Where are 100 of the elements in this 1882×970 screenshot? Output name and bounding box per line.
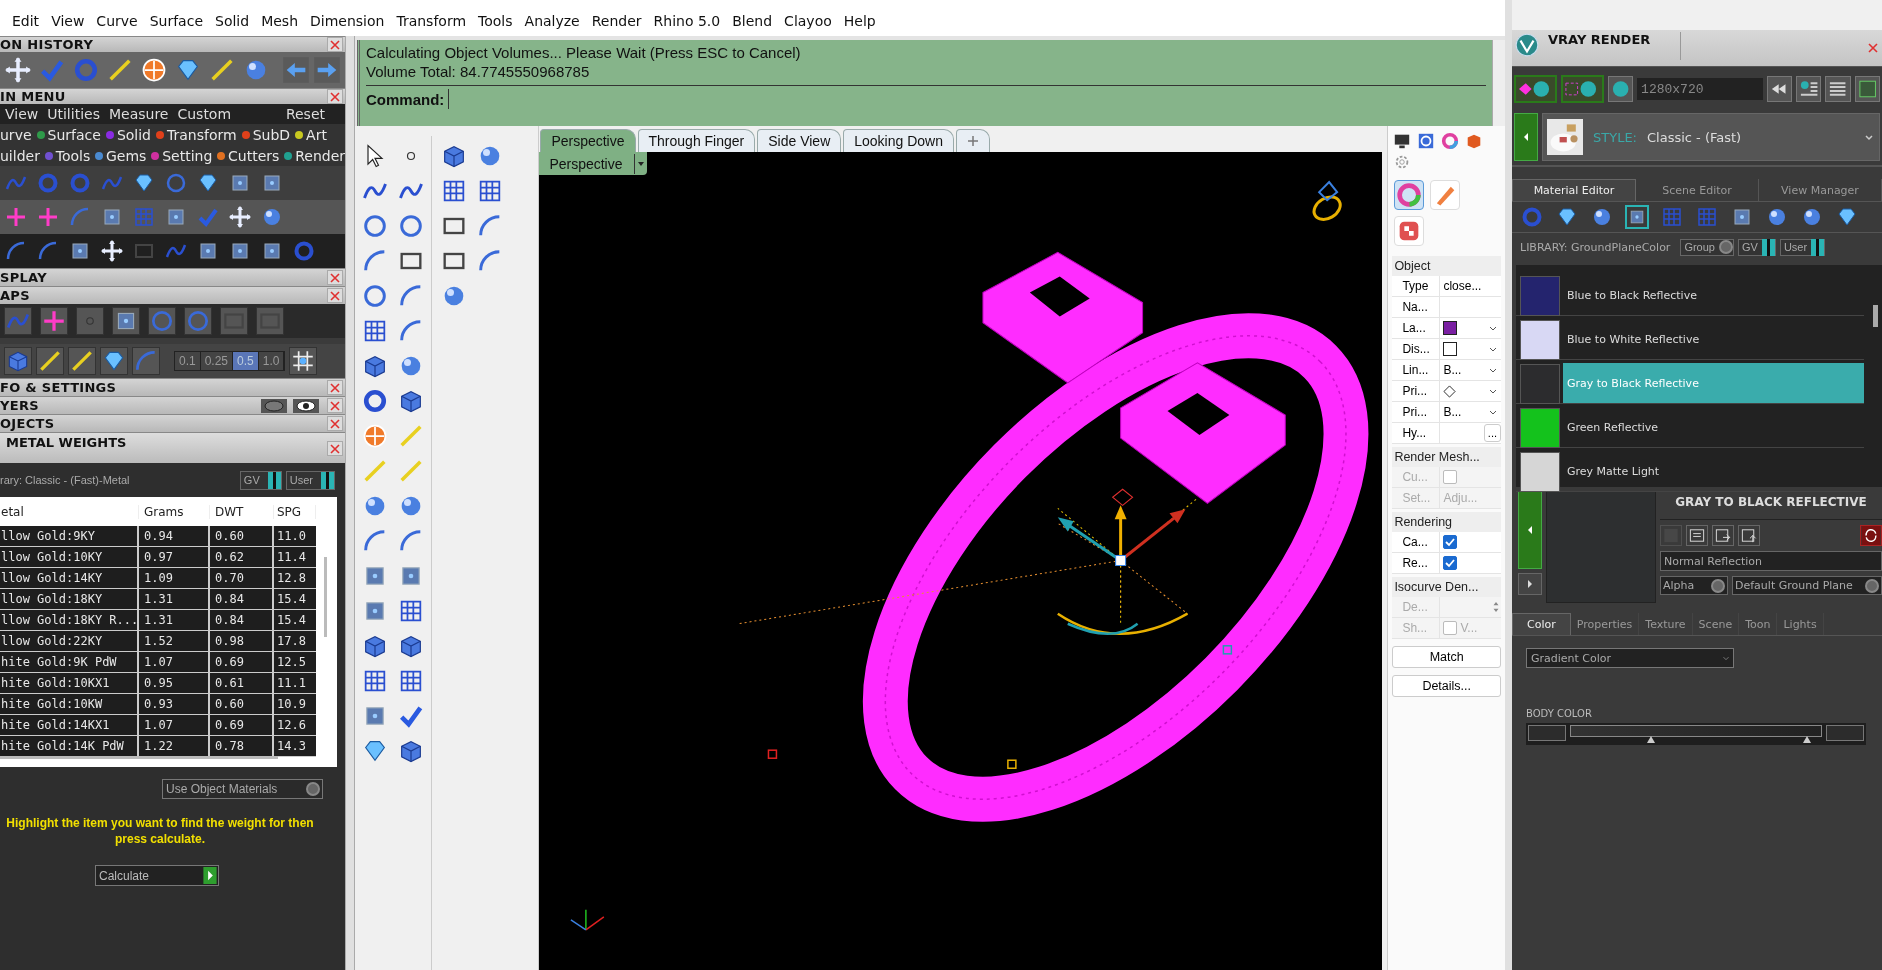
scrollbar[interactable] xyxy=(1492,40,1505,126)
close-button[interactable] xyxy=(327,398,343,413)
export-icon[interactable] xyxy=(1738,525,1760,546)
toggle-switch[interactable]: GV xyxy=(239,470,282,490)
category-item[interactable]: Render xyxy=(295,147,345,164)
grid-snap-icon[interactable] xyxy=(289,347,318,375)
material-item[interactable]: Green Reflective xyxy=(1563,407,1864,447)
panel-button[interactable]: Match xyxy=(1392,646,1501,668)
ring-icon[interactable] xyxy=(361,387,389,415)
category-item[interactable]: urve xyxy=(0,126,32,143)
category-item[interactable]: uilder xyxy=(0,147,40,164)
import-icon[interactable] xyxy=(1712,525,1734,546)
menu-item[interactable]: Solid xyxy=(209,13,256,29)
scrollbar[interactable] xyxy=(1873,305,1878,327)
menu-item[interactable]: View xyxy=(45,13,91,29)
gem-icon[interactable] xyxy=(100,347,128,375)
stop-handle[interactable] xyxy=(1645,735,1656,743)
square-icon[interactable] xyxy=(1625,205,1649,229)
category-item[interactable]: Gems xyxy=(106,147,147,164)
category-item[interactable]: Art xyxy=(306,126,327,143)
list-icon[interactable] xyxy=(1795,76,1822,102)
rewind-icon[interactable] xyxy=(1766,76,1792,102)
category-item[interactable]: Transform xyxy=(167,126,237,143)
eye-icon[interactable] xyxy=(293,398,319,413)
close-button[interactable] xyxy=(327,270,343,285)
detail-tab[interactable]: Lights xyxy=(1777,613,1824,635)
toggle-switch[interactable]: GV xyxy=(1737,238,1776,256)
toggle-switch[interactable]: User xyxy=(285,470,335,490)
color-swatch[interactable] xyxy=(1826,725,1864,741)
color-swatch[interactable] xyxy=(1443,321,1458,335)
scrollbar[interactable] xyxy=(0,756,278,759)
material-item[interactable]: Blue to Black Reflective xyxy=(1563,275,1864,315)
chip-icon[interactable] xyxy=(1854,76,1880,102)
color-swatch[interactable] xyxy=(1443,342,1458,356)
circle-icon[interactable] xyxy=(361,212,389,240)
lines-icon[interactable] xyxy=(1825,76,1851,102)
material-item[interactable]: Grey Matte Light xyxy=(1563,451,1864,491)
plus-icon[interactable] xyxy=(4,205,28,229)
reset-button[interactable]: Reset xyxy=(285,106,325,122)
menu-item[interactable]: Surface xyxy=(143,13,209,29)
menu-item[interactable]: Transform xyxy=(390,13,473,29)
menu-item[interactable]: Edit xyxy=(6,13,46,29)
target-icon[interactable] xyxy=(361,422,389,450)
close-button[interactable] xyxy=(327,441,343,456)
viewport-menu[interactable]: Perspective xyxy=(539,152,648,175)
category-item[interactable]: Cutters xyxy=(228,147,280,164)
menu-item[interactable]: Custom xyxy=(177,106,232,122)
checkbox[interactable] xyxy=(1443,556,1458,570)
color-mode-dropdown[interactable]: Gradient Color xyxy=(1526,648,1734,668)
add-tab-button[interactable] xyxy=(956,129,990,152)
toggle-switch[interactable]: Use Object Materials xyxy=(162,779,323,799)
circle-icon[interactable] xyxy=(184,307,212,335)
more-button[interactable]: ... xyxy=(1483,424,1501,442)
menu-item[interactable]: Help xyxy=(837,13,882,29)
menu-item[interactable]: Measure xyxy=(108,106,169,122)
scrollbar[interactable] xyxy=(324,557,327,637)
menu-item[interactable]: Blend xyxy=(726,13,779,29)
circle-icon[interactable] xyxy=(397,212,425,240)
toggle-switch[interactable]: Alpha xyxy=(1660,576,1728,595)
material-item[interactable]: Blue to White Reflective xyxy=(1563,319,1864,359)
circle-icon[interactable] xyxy=(361,282,389,310)
close-button[interactable] xyxy=(327,380,343,395)
menu-item[interactable]: Mesh xyxy=(255,13,304,29)
style-dropdown[interactable]: STYLE: Classic - (Fast) xyxy=(1542,113,1880,161)
toggle-switch[interactable]: Group xyxy=(1680,238,1734,256)
viewport-tab[interactable]: Through Finger xyxy=(637,129,756,152)
target-icon[interactable] xyxy=(140,56,168,84)
color-wheel-icon[interactable] xyxy=(1440,132,1461,150)
checkbox[interactable] xyxy=(1443,535,1458,549)
reflection-dropdown[interactable]: Normal Reflection xyxy=(1660,551,1882,571)
category-item[interactable]: Surface xyxy=(47,126,101,143)
category-item[interactable]: Solid xyxy=(116,126,151,143)
render-region-icon[interactable] xyxy=(1560,75,1604,103)
menu-item[interactable]: Render xyxy=(585,13,648,29)
close-button[interactable] xyxy=(327,89,343,104)
menu-item[interactable]: Clayoo xyxy=(778,13,838,29)
oval-icon[interactable] xyxy=(261,398,287,413)
detail-tab[interactable]: Color xyxy=(1512,613,1571,635)
close-button[interactable] xyxy=(327,288,343,303)
category-item[interactable]: Setting xyxy=(162,147,213,164)
circle-icon[interactable] xyxy=(164,171,188,195)
paint-tube-icon[interactable] xyxy=(1430,180,1461,210)
render-icon[interactable] xyxy=(1514,75,1557,103)
ring-icon[interactable] xyxy=(292,239,316,263)
toggle-switch[interactable]: Default Ground Plane xyxy=(1732,576,1882,595)
viewport-tab[interactable]: Side View xyxy=(757,129,842,152)
editor-tab[interactable]: Material Editor xyxy=(1512,179,1636,201)
color-swatch[interactable] xyxy=(1528,725,1566,741)
menu-item[interactable]: View xyxy=(5,106,39,122)
circle-icon[interactable] xyxy=(148,307,176,335)
move-icon[interactable] xyxy=(228,205,252,229)
expand-button[interactable] xyxy=(1518,573,1542,595)
panel-button[interactable]: Details... xyxy=(1392,675,1501,697)
menu-item[interactable]: Rhino 5.0 xyxy=(647,13,727,29)
menu-item[interactable]: Curve xyxy=(90,13,144,29)
detail-tab[interactable]: Texture xyxy=(1639,613,1693,635)
viewport-tab[interactable]: Looking Down xyxy=(843,129,954,152)
detail-tab[interactable]: Properties xyxy=(1570,613,1640,635)
menu-item[interactable]: Tools xyxy=(472,13,519,29)
close-button[interactable] xyxy=(327,416,343,431)
